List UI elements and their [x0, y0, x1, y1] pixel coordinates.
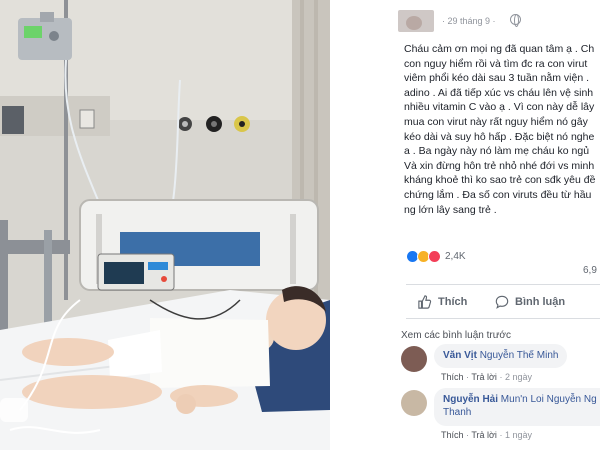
divider [406, 318, 600, 319]
comment-button[interactable]: Bình luận [495, 292, 565, 312]
comment-like-link[interactable]: Thích [441, 430, 464, 440]
comment-meta: Thích · Trả lời · 2 ngày [441, 372, 532, 382]
divider [406, 284, 600, 285]
tagged-user-continued[interactable]: Thanh [443, 407, 471, 418]
post-text-line: Và xin đừng hôn trẻ nhỏ nhé đới vs minh [404, 159, 595, 172]
commenter-name[interactable]: Nguyễn Hải [443, 394, 498, 405]
love-reaction-icon [428, 249, 441, 263]
comment-time[interactable]: · 2 ngày [499, 372, 532, 382]
comment-bubble: Văn Vịt Nguyễn Thế Minh [434, 344, 568, 368]
commenter-avatar[interactable] [401, 346, 427, 372]
comment-time[interactable]: · 1 ngày [499, 430, 532, 440]
post-text-line: kéo dài và suy hô hấp . Đặc biệt nó nghe [404, 130, 595, 143]
post-body-text: Cháu cảm ơn mọi ng đã quan tâm ạ . Ch co… [404, 42, 600, 217]
reaction-summary[interactable]: 2,4K [406, 248, 466, 264]
comment-like-link[interactable]: Thích [441, 372, 464, 382]
comment-button-label: Bình luận [515, 296, 566, 308]
comment-meta: Thích · Trả lời · 1 ngày [441, 430, 532, 440]
author-avatar[interactable] [398, 10, 434, 32]
comment-reply-link[interactable]: Trả lời [471, 372, 497, 382]
reaction-count: 2,4K [445, 250, 466, 262]
post-text-line: viêm phổi kéo dài sau 3 tuần nằm viện . [404, 72, 590, 85]
post-text-line: a . Ba ngày này nó làm mẹ cháu ko ngủ [404, 145, 590, 158]
post-text-line: mua con virut này rất nguy hiểm nó gây [404, 115, 588, 128]
post-text-line: nhiều vitamin C vào ạ . Vì con này dễ lâ… [404, 101, 595, 114]
post-timestamp[interactable]: · 29 tháng 9 · [442, 16, 496, 26]
post-header: · 29 tháng 9 · [398, 10, 600, 34]
post-text-line: chứng lắm . Đa số con viruts đều từ hầu [404, 188, 592, 201]
comment-bubble-icon [495, 295, 509, 309]
tagged-user[interactable]: Nguyễn Thế Minh [480, 350, 559, 361]
post-photo[interactable] [0, 0, 330, 450]
like-button-label: Thích [438, 296, 468, 308]
post-text-line: kháng khoẻ thì ko sao trẻ con sđk yêu đề [404, 174, 596, 187]
facebook-post: · 29 tháng 9 · Cháu cảm ơn mọi ng đã qua… [330, 0, 600, 450]
post-text-line: adino . Ai đã tiếp xúc vs cháu lên vệ si… [404, 86, 594, 99]
view-previous-comments-link[interactable]: Xem các bình luận trước [401, 330, 511, 341]
commenter-name[interactable]: Văn Vịt [443, 350, 477, 361]
globe-icon [510, 14, 521, 27]
comment-reply-link[interactable]: Trả lời [471, 430, 497, 440]
post-text-line: ng lớn lây sang trẻ . [404, 203, 497, 216]
tagged-user[interactable]: Mun'n Loi Nguyễn Ng [501, 394, 597, 405]
commenter-avatar[interactable] [401, 390, 427, 416]
share-count[interactable]: 6,9 [583, 265, 597, 276]
thumbs-up-icon [418, 295, 432, 309]
hospital-photo-illustration [0, 0, 330, 450]
post-text-line: Cháu cảm ơn mọi ng đã quan tâm ạ . Ch [404, 43, 595, 55]
comment-bubble: Nguyễn Hải Mun'n Loi Nguyễn Ng Thanh [434, 388, 600, 426]
like-button[interactable]: Thích [418, 292, 467, 312]
post-text-line: con nguy hiểm rồi và tìm đc ra con virut [404, 57, 588, 70]
